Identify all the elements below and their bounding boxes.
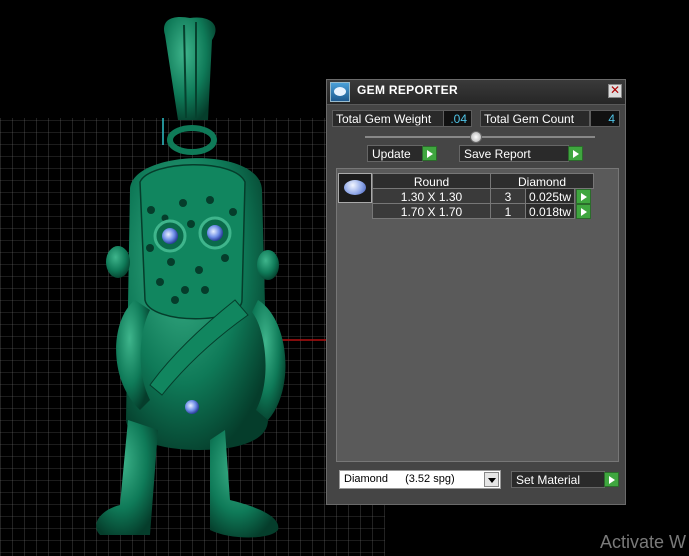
gem-list[interactable]: Round Diamond 1.30 X 1.30 3 0.025tw 1.70… <box>336 168 619 462</box>
set-material-button-label: Set Material <box>516 473 581 487</box>
panel-title: GEM REPORTER <box>357 83 458 97</box>
save-report-arrow-icon[interactable] <box>568 146 583 161</box>
gem-row-1-select-icon[interactable] <box>576 189 591 204</box>
total-gem-weight-value: .04 <box>443 110 472 127</box>
set-material-button[interactable]: Set Material <box>511 471 605 488</box>
gem-reporter-app-icon <box>330 82 350 102</box>
panel-titlebar[interactable]: GEM REPORTER ✕ <box>327 80 625 105</box>
material-select-spg: (3.52 spg) <box>405 473 455 485</box>
activation-watermark: Activate W <box>600 532 687 552</box>
chevron-down-icon[interactable] <box>484 472 499 487</box>
round-gem-icon[interactable] <box>338 173 372 203</box>
update-arrow-icon[interactable] <box>422 146 437 161</box>
gem-row-1-qty: 3 <box>490 188 526 204</box>
panel-splitter-handle[interactable] <box>470 131 482 143</box>
update-button-label: Update <box>372 147 411 161</box>
total-gem-weight-label: Total Gem Weight <box>332 110 444 127</box>
gem-row-2-qty: 1 <box>490 203 526 219</box>
gem-row-1-size: 1.30 X 1.30 <box>372 188 491 204</box>
save-report-button[interactable]: Save Report <box>459 145 569 162</box>
gem-material-header: Diamond <box>490 173 594 189</box>
total-gem-count-label: Total Gem Count <box>480 110 590 127</box>
material-select-value: Diamond <box>344 473 389 485</box>
gem-reporter-panel: GEM REPORTER ✕ Total Gem Weight .04 Tota… <box>326 79 626 505</box>
gem-row-2-size: 1.70 X 1.70 <box>372 203 491 219</box>
close-button[interactable]: ✕ <box>608 84 622 98</box>
gem-shape-header: Round <box>372 173 491 189</box>
gem-row-2-weight: 0.018tw <box>525 203 575 219</box>
set-material-arrow-icon[interactable] <box>604 472 619 487</box>
update-button[interactable]: Update <box>367 145 423 162</box>
total-gem-count-value: 4 <box>590 110 620 127</box>
save-report-button-label: Save Report <box>464 147 531 161</box>
gem-row-1-weight: 0.025tw <box>525 188 575 204</box>
gem-row-2-select-icon[interactable] <box>576 204 591 219</box>
material-select[interactable]: Diamond (3.52 spg) <box>339 470 501 489</box>
